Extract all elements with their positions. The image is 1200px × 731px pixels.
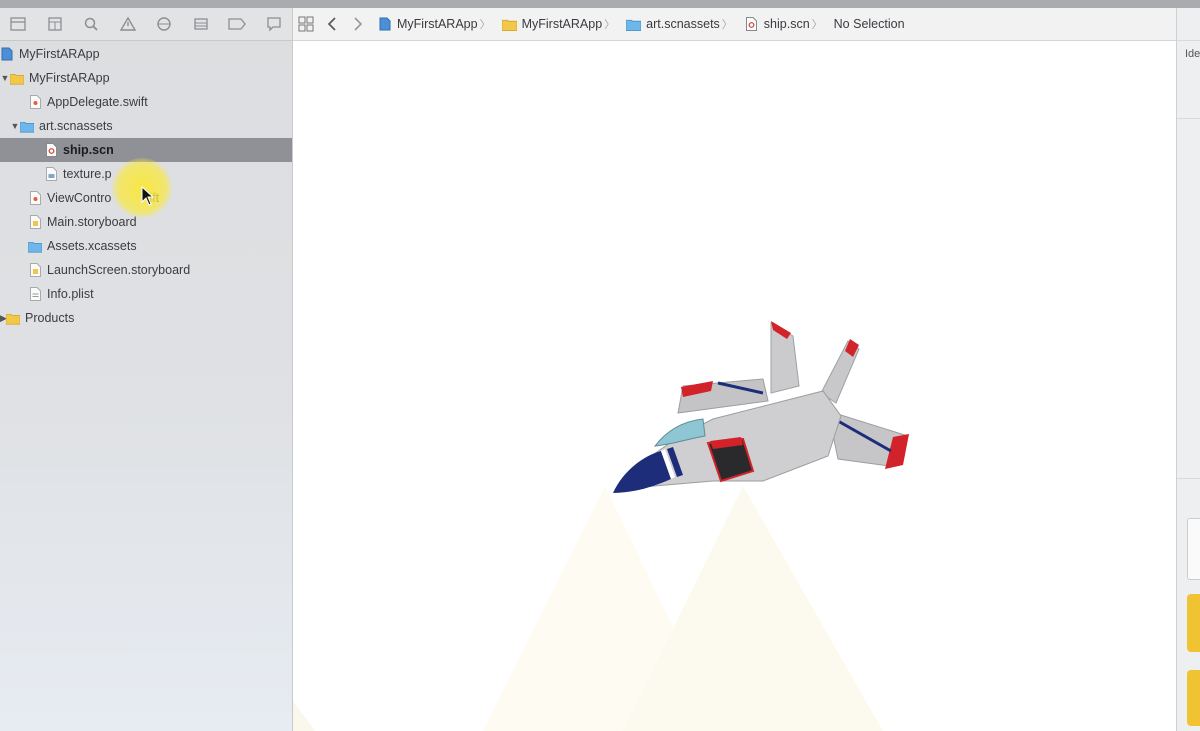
- breadcrumb-separator-icon: 〉: [604, 19, 616, 31]
- tree-item-label: ViewContro: [47, 191, 112, 205]
- scene-file-icon: [744, 17, 759, 31]
- breadcrumb-separator-icon: 〉: [811, 19, 823, 31]
- breadcrumb-label: MyFirstARApp: [521, 17, 603, 31]
- folder-icon: [6, 311, 20, 325]
- breadcrumb-separator-icon: 〉: [721, 19, 733, 31]
- breadcrumb-group[interactable]: MyFirstARApp 〉: [501, 16, 621, 32]
- plist-file-icon: [28, 287, 42, 301]
- inspector-panel: Ide: [1176, 8, 1200, 731]
- tree-item-label: Products: [25, 311, 75, 325]
- report-icon[interactable]: [265, 15, 283, 33]
- debug-icon[interactable]: [192, 15, 210, 33]
- tree-item-appdelegate[interactable]: AppDelegate.swift: [0, 90, 292, 114]
- ship-model[interactable]: [613, 321, 909, 493]
- storyboard-file-icon: [28, 215, 42, 229]
- inspector-button[interactable]: [1187, 670, 1200, 726]
- mouse-pointer-icon: [141, 186, 155, 206]
- divider: [1177, 118, 1200, 119]
- tree-item-label: Info.plist: [47, 287, 94, 301]
- tree-item-art-scnassets[interactable]: ▼ art.scnassets: [0, 114, 292, 138]
- jump-bar: MyFirstARApp 〉 MyFirstARApp 〉 art.scnass…: [293, 8, 1176, 41]
- folder-icon[interactable]: [9, 15, 27, 33]
- inspector-title: Ide: [1185, 48, 1200, 60]
- swift-file-icon: [28, 191, 42, 205]
- tree-item-label: MyFirstARApp: [29, 71, 110, 85]
- disclosure-triangle-icon[interactable]: ▼: [0, 73, 10, 83]
- light-cone: [293, 701, 315, 731]
- related-items-icon[interactable]: [293, 8, 319, 40]
- tree-item-products[interactable]: ▶ Products: [0, 306, 292, 330]
- breadcrumb-scnassets[interactable]: art.scnassets 〉: [626, 16, 738, 32]
- image-file-icon: [44, 167, 58, 181]
- blue-folder-icon: [28, 239, 42, 253]
- blue-folder-icon: [626, 17, 642, 31]
- breadcrumb-label: No Selection: [833, 17, 905, 31]
- scene-viewport[interactable]: [293, 41, 1176, 731]
- tree-item-label: AppDelegate.swift: [47, 95, 148, 109]
- search-icon[interactable]: [82, 15, 100, 33]
- tree-item-label: Assets.xcassets: [47, 239, 137, 253]
- tree-item-label: Main.storyboard: [47, 215, 137, 229]
- divider: [1177, 478, 1200, 479]
- tree-item-group-myfirstarapp[interactable]: ▼ MyFirstARApp: [0, 66, 292, 90]
- breadcrumb-label: ship.scn: [763, 17, 810, 31]
- tree-item-launchscreen[interactable]: LaunchScreen.storyboard: [0, 258, 292, 282]
- window-top-strip: [0, 0, 1200, 8]
- folder-icon: [10, 71, 24, 85]
- project-icon: [0, 47, 14, 61]
- tree-item-label: art.scnassets: [39, 119, 113, 133]
- folder-icon: [501, 17, 517, 31]
- breadcrumb-label: MyFirstARApp: [397, 17, 478, 31]
- tree-item-label: texture.p: [63, 167, 112, 181]
- breadcrumb-selection[interactable]: No Selection: [834, 17, 905, 31]
- breadcrumb-project[interactable]: MyFirstARApp 〉: [377, 16, 496, 32]
- scene-file-icon: [44, 143, 58, 157]
- source-control-icon[interactable]: [46, 15, 64, 33]
- warning-icon[interactable]: [119, 15, 137, 33]
- tree-item-project[interactable]: MyFirstARApp: [0, 42, 292, 66]
- forward-chevron-icon[interactable]: [345, 8, 371, 40]
- tree-item-info-plist[interactable]: Info.plist: [0, 282, 292, 306]
- breakpoint-icon[interactable]: [228, 15, 247, 33]
- tree-item-label: LaunchScreen.storyboard: [47, 263, 191, 277]
- divider: [1177, 40, 1200, 41]
- storyboard-file-icon: [28, 263, 42, 277]
- tree-item-assets[interactable]: Assets.xcassets: [0, 234, 292, 258]
- breadcrumb-separator-icon: 〉: [479, 19, 491, 31]
- tree-item-label: MyFirstARApp: [19, 47, 100, 61]
- inspector-button[interactable]: [1187, 594, 1200, 652]
- blue-folder-icon: [20, 119, 34, 133]
- back-chevron-icon[interactable]: [319, 8, 345, 40]
- project-icon: [377, 17, 392, 31]
- inspector-field[interactable]: [1187, 518, 1200, 580]
- navigator-toolbar: [0, 8, 292, 41]
- scene-editor: MyFirstARApp 〉 MyFirstARApp 〉 art.scnass…: [293, 8, 1176, 731]
- disclosure-triangle-icon[interactable]: ▼: [10, 121, 20, 131]
- test-icon[interactable]: [155, 15, 173, 33]
- project-navigator: MyFirstARApp ▼ MyFirstARApp AppDelegate.…: [0, 8, 293, 731]
- breadcrumb-ship-scn[interactable]: ship.scn 〉: [744, 16, 828, 32]
- tree-item-label: ship.scn: [63, 143, 114, 157]
- swift-file-icon: [28, 95, 42, 109]
- breadcrumb-label: art.scnassets: [646, 17, 720, 31]
